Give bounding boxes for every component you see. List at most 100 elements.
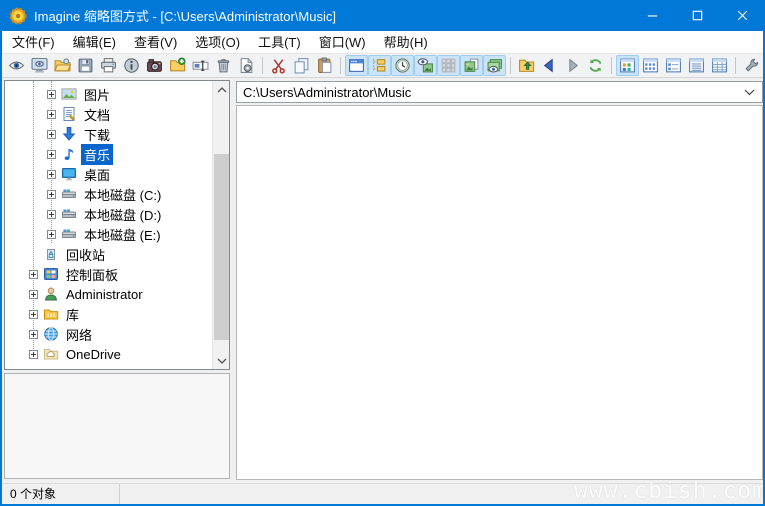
menu-help[interactable]: 帮助(H) <box>375 30 437 54</box>
toggle-thumbnail-grid-button[interactable] <box>437 55 460 76</box>
delete-button[interactable] <box>212 55 235 76</box>
expand-toggle[interactable] <box>29 270 38 279</box>
print-button[interactable] <box>97 55 120 76</box>
tree-item-onedrive[interactable]: OneDrive <box>5 344 212 364</box>
toolbar-separator <box>262 57 263 74</box>
toggle-history-button[interactable] <box>391 55 414 76</box>
tree-item-desktop[interactable]: 桌面 <box>5 164 212 184</box>
view-details-button[interactable] <box>708 55 731 76</box>
downloads-icon <box>61 126 77 142</box>
view-thumbnails-button[interactable] <box>616 55 639 76</box>
expand-toggle[interactable] <box>47 150 56 159</box>
menu-window[interactable]: 窗口(W) <box>310 30 375 54</box>
expand-toggle[interactable] <box>29 310 38 319</box>
tree-item-network[interactable]: 网络 <box>5 324 212 344</box>
new-folder-button[interactable] <box>166 55 189 76</box>
batch-convert-button[interactable] <box>235 55 258 76</box>
view-icons-icon <box>665 57 682 74</box>
scroll-thumb[interactable] <box>214 154 229 340</box>
tree-item-drive-e[interactable]: 本地磁盘 (E:) <box>5 224 212 244</box>
minimize-button[interactable] <box>630 0 675 31</box>
tree-item-administrator[interactable]: Administrator <box>5 284 212 304</box>
toolbar-separator <box>510 57 511 74</box>
menu-edit[interactable]: 编辑(E) <box>64 30 125 54</box>
view-icons-button[interactable] <box>662 55 685 76</box>
scroll-down-button[interactable] <box>213 353 230 368</box>
tree-item-label: Administrator <box>63 286 146 303</box>
fullscreen-button[interactable] <box>28 55 51 76</box>
back-button[interactable] <box>538 55 561 76</box>
refresh-button[interactable] <box>584 55 607 76</box>
folder-plus-icon <box>169 57 186 74</box>
expand-toggle[interactable] <box>47 210 56 219</box>
folder-tree-panel: 图片文档下载音乐桌面本地磁盘 (C:)本地磁盘 (D:)本地磁盘 (E:)回收站… <box>4 80 230 370</box>
music-icon <box>61 146 77 162</box>
network-icon <box>43 326 59 342</box>
copy-button[interactable] <box>290 55 313 76</box>
toggle-preview-button[interactable] <box>414 55 437 76</box>
tree-item-libraries[interactable]: 库 <box>5 304 212 324</box>
forward-button[interactable] <box>561 55 584 76</box>
image-eye-icon <box>486 57 503 74</box>
cut-button[interactable] <box>267 55 290 76</box>
capture-button[interactable] <box>143 55 166 76</box>
expand-toggle[interactable] <box>47 110 56 119</box>
options-wrench-button[interactable] <box>740 55 763 76</box>
expand-toggle[interactable] <box>47 190 56 199</box>
tree-item-label: 库 <box>63 304 82 325</box>
expand-toggle[interactable] <box>47 130 56 139</box>
view-small-icons-button[interactable] <box>639 55 662 76</box>
window-controls <box>630 0 765 31</box>
toggle-image-page-button[interactable] <box>460 55 483 76</box>
expand-toggle[interactable] <box>29 290 38 299</box>
expand-toggle[interactable] <box>47 230 56 239</box>
preview-panel <box>4 373 230 479</box>
open-folder-button[interactable] <box>51 55 74 76</box>
recycle-bin-icon <box>43 246 59 262</box>
toggle-address-bar-button[interactable] <box>345 55 368 76</box>
tree-item-documents[interactable]: 文档 <box>5 104 212 124</box>
tree-item-control-panel[interactable]: 控制面板 <box>5 264 212 284</box>
documents-icon <box>61 106 77 122</box>
toolbar <box>0 53 765 78</box>
expand-toggle[interactable] <box>47 90 56 99</box>
thumbnail-view-area[interactable] <box>236 105 763 480</box>
eye-icon <box>8 57 25 74</box>
tree-item-recycle-bin[interactable]: 回收站 <box>5 244 212 264</box>
maximize-button[interactable] <box>675 0 720 31</box>
camera-icon <box>146 57 163 74</box>
library-icon <box>43 306 59 322</box>
address-input[interactable] <box>243 85 741 100</box>
scroll-up-button[interactable] <box>213 82 230 97</box>
menu-file[interactable]: 文件(F) <box>3 30 64 54</box>
user-icon <box>43 286 59 302</box>
tree-scrollbar[interactable] <box>212 81 229 369</box>
copy-icon <box>293 57 310 74</box>
menu-view[interactable]: 查看(V) <box>125 30 186 54</box>
tree-item-pictures[interactable]: 图片 <box>5 84 212 104</box>
up-folder-button[interactable] <box>515 55 538 76</box>
address-combobox[interactable] <box>236 81 763 103</box>
expand-toggle[interactable] <box>29 330 38 339</box>
toggle-image-preview-button[interactable] <box>483 55 506 76</box>
view-image-button[interactable] <box>5 55 28 76</box>
view-small-icons-icon <box>642 57 659 74</box>
save-icon <box>77 57 94 74</box>
close-button[interactable] <box>720 0 765 31</box>
expand-toggle[interactable] <box>29 350 38 359</box>
tree-item-music[interactable]: 音乐 <box>5 144 212 164</box>
menu-options[interactable]: 选项(O) <box>186 30 249 54</box>
tree-item-drive-d[interactable]: 本地磁盘 (D:) <box>5 204 212 224</box>
view-list-button[interactable] <box>685 55 708 76</box>
rename-button[interactable] <box>189 55 212 76</box>
menu-tools[interactable]: 工具(T) <box>249 30 310 54</box>
paste-button[interactable] <box>313 55 336 76</box>
rename-icon <box>192 57 209 74</box>
expand-toggle[interactable] <box>47 170 56 179</box>
chevron-down-icon[interactable] <box>741 87 758 98</box>
tree-item-drive-c[interactable]: 本地磁盘 (C:) <box>5 184 212 204</box>
tree-item-downloads[interactable]: 下载 <box>5 124 212 144</box>
file-info-button[interactable] <box>120 55 143 76</box>
toggle-folder-tree-button[interactable] <box>368 55 391 76</box>
save-button[interactable] <box>74 55 97 76</box>
